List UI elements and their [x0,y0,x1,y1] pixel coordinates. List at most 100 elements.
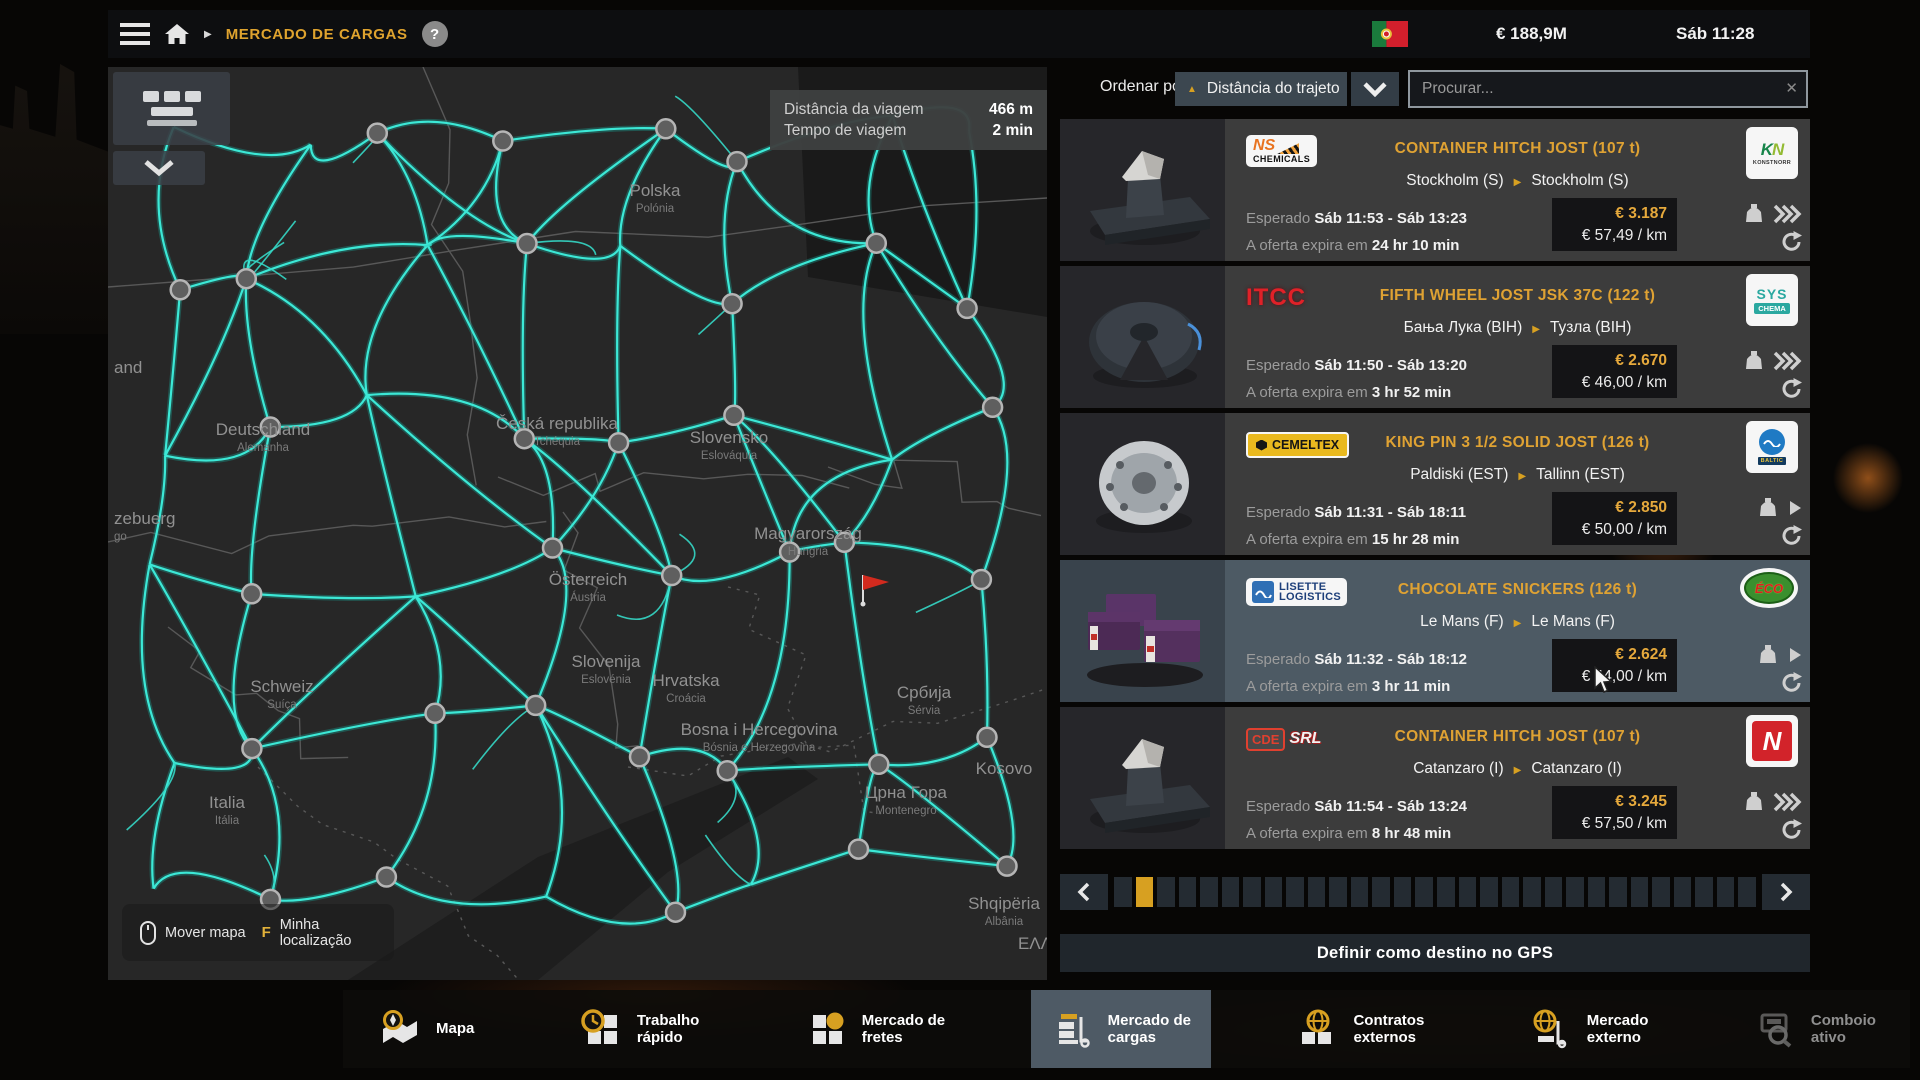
page-square[interactable] [1351,877,1369,907]
page-square[interactable] [1222,877,1240,907]
job-card-1[interactable]: NSCHEMICALSCONTAINER HITCH JOST (107 t)S… [1060,119,1810,261]
nav-item-cargo[interactable]: Mercado decargas [1031,990,1211,1068]
svg-text:Albânia: Albânia [985,916,1024,928]
return-trip-icon [1780,818,1804,840]
page-square[interactable] [1588,877,1606,907]
fleet-icon [137,85,207,133]
page-square[interactable] [1695,877,1713,907]
destination-logo-n: N [1746,715,1798,767]
nav-item-clock[interactable]: Trabalhorápido [560,990,720,1068]
page-square[interactable] [1200,877,1218,907]
return-trip-icon [1780,230,1804,252]
page-square[interactable] [1308,877,1326,907]
page-square[interactable] [1566,877,1584,907]
job-price: € 2.670 [1562,349,1667,372]
chevron-right-icon [1778,881,1794,903]
next-page-button[interactable] [1762,874,1810,910]
container-hitch-image [1060,119,1225,261]
collapse-button[interactable] [113,151,205,185]
delivery-icon [1786,644,1804,666]
page-square[interactable] [1631,877,1649,907]
prev-page-button[interactable] [1060,874,1108,910]
svg-text:Eslováquia: Eslováquia [701,450,758,462]
job-schedule: Esperado Sáb 11:50 - Sáb 13:20A oferta e… [1246,352,1467,406]
job-card-2[interactable]: ITCCFIFTH WHEEL JOST JSK 37C (122 t)Бања… [1060,266,1810,408]
map-panel[interactable]: PolskaPolóniaDeutschlandAlemanhaČeská re… [108,67,1047,980]
heavy-cargo-icon [1742,203,1766,225]
nav-label: Mercadoexterno [1587,1012,1649,1047]
page-square[interactable] [1717,877,1735,907]
svg-text:Croácia: Croácia [666,693,706,705]
nav-item-freight[interactable]: Mercado defretes [785,990,965,1068]
job-card-5[interactable]: CDESRLCONTAINER HITCH JOST (107 t)Catanz… [1060,707,1810,849]
page-square[interactable] [1243,877,1261,907]
fifth-wheel-image [1060,266,1225,408]
sort-dropdown[interactable]: ▲ Distância do trajeto [1175,72,1347,106]
page-square[interactable] [1545,877,1563,907]
page-square[interactable] [1437,877,1455,907]
page-square[interactable] [1459,877,1477,907]
page-square[interactable] [1502,877,1520,907]
job-route: Stockholm (S)▶Stockholm (S) [1225,172,1810,190]
search-input[interactable] [1408,70,1808,108]
route-map[interactable]: PolskaPolóniaDeutschlandAlemanhaČeská re… [108,67,1047,980]
destination-logo-sys-chema: SYSCHEMA [1746,274,1798,326]
page-square[interactable] [1286,877,1304,907]
home-button[interactable] [164,22,190,46]
route-arrow-icon: ▶ [1514,177,1522,188]
nav-label: Comboioativo [1811,1012,1876,1047]
cargo-title: FIFTH WHEEL JOST JSK 37C (122 t) [1225,287,1810,305]
page-square[interactable] [1609,877,1627,907]
page-square-active[interactable] [1136,877,1154,907]
route-arrow-icon: ▶ [1514,765,1522,776]
expires-time: 8 hr 48 min [1372,825,1451,842]
nav-item-contracts[interactable]: Contratosexternos [1276,990,1444,1068]
clear-search-icon[interactable]: ✕ [1785,79,1798,97]
page-square[interactable] [1480,877,1498,907]
page-square[interactable] [1674,877,1692,907]
hamburger-icon [120,23,150,45]
job-price-per-km: € 57,50 / km [1562,813,1667,835]
heavy-cargo-icon [1756,644,1780,666]
destination-company-logo: ÉCO [1740,568,1798,608]
sort-dropdown-open-button[interactable] [1351,72,1399,106]
page-square[interactable] [1738,877,1756,907]
heavy-cargo-icon [1742,791,1766,813]
route-arrow-icon: ▶ [1514,618,1522,629]
page-square[interactable] [1157,877,1175,907]
expires-time: 15 hr 28 min [1372,531,1460,548]
page-square[interactable] [1523,877,1541,907]
set-gps-destination-button[interactable]: Definir como destino no GPS [1060,934,1810,972]
svg-text:Eslovénia: Eslovénia [581,674,631,686]
map-country-label: Italia [209,793,245,812]
nav-item-map[interactable]: Mapa [357,990,494,1068]
menu-button[interactable] [120,23,150,45]
mouse-cursor [1594,666,1620,701]
page-square[interactable] [1652,877,1670,907]
cargo-title: CONTAINER HITCH JOST (107 t) [1225,140,1810,158]
garage-selector-button[interactable] [113,72,230,145]
job-route: Le Mans (F)▶Le Mans (F) [1225,613,1810,631]
help-button[interactable]: ? [422,21,448,47]
page-square[interactable] [1179,877,1197,907]
page-square[interactable] [1265,877,1283,907]
route-from: Stockholm (S) [1406,172,1503,189]
destination-company-logo: N [1746,715,1798,767]
page-square[interactable] [1415,877,1433,907]
page-square[interactable] [1114,877,1132,907]
page-square[interactable] [1372,877,1390,907]
expires-time: 3 hr 52 min [1372,384,1451,401]
search-box[interactable]: ✕ [1408,70,1808,108]
freight-market-icon [805,1009,849,1049]
nav-label: Mercado decargas [1108,1012,1191,1047]
job-price-per-km: € 46,00 / km [1562,372,1667,394]
map-country-label: Slovenija [572,652,642,671]
nav-label: Mapa [436,1020,474,1038]
page-square[interactable] [1329,877,1347,907]
job-card-3[interactable]: CEMELTEXKING PIN 3 1/2 SOLID JOST (126 t… [1060,413,1810,555]
fast-delivery-icon [1772,350,1804,372]
price-box: € 2.670€ 46,00 / km [1552,345,1677,398]
nav-item-external[interactable]: Mercadoexterno [1510,990,1669,1068]
job-card-4[interactable]: LISETTELOGISTICSCHOCOLATE SNICKERS (126 … [1060,560,1810,702]
page-square[interactable] [1394,877,1412,907]
